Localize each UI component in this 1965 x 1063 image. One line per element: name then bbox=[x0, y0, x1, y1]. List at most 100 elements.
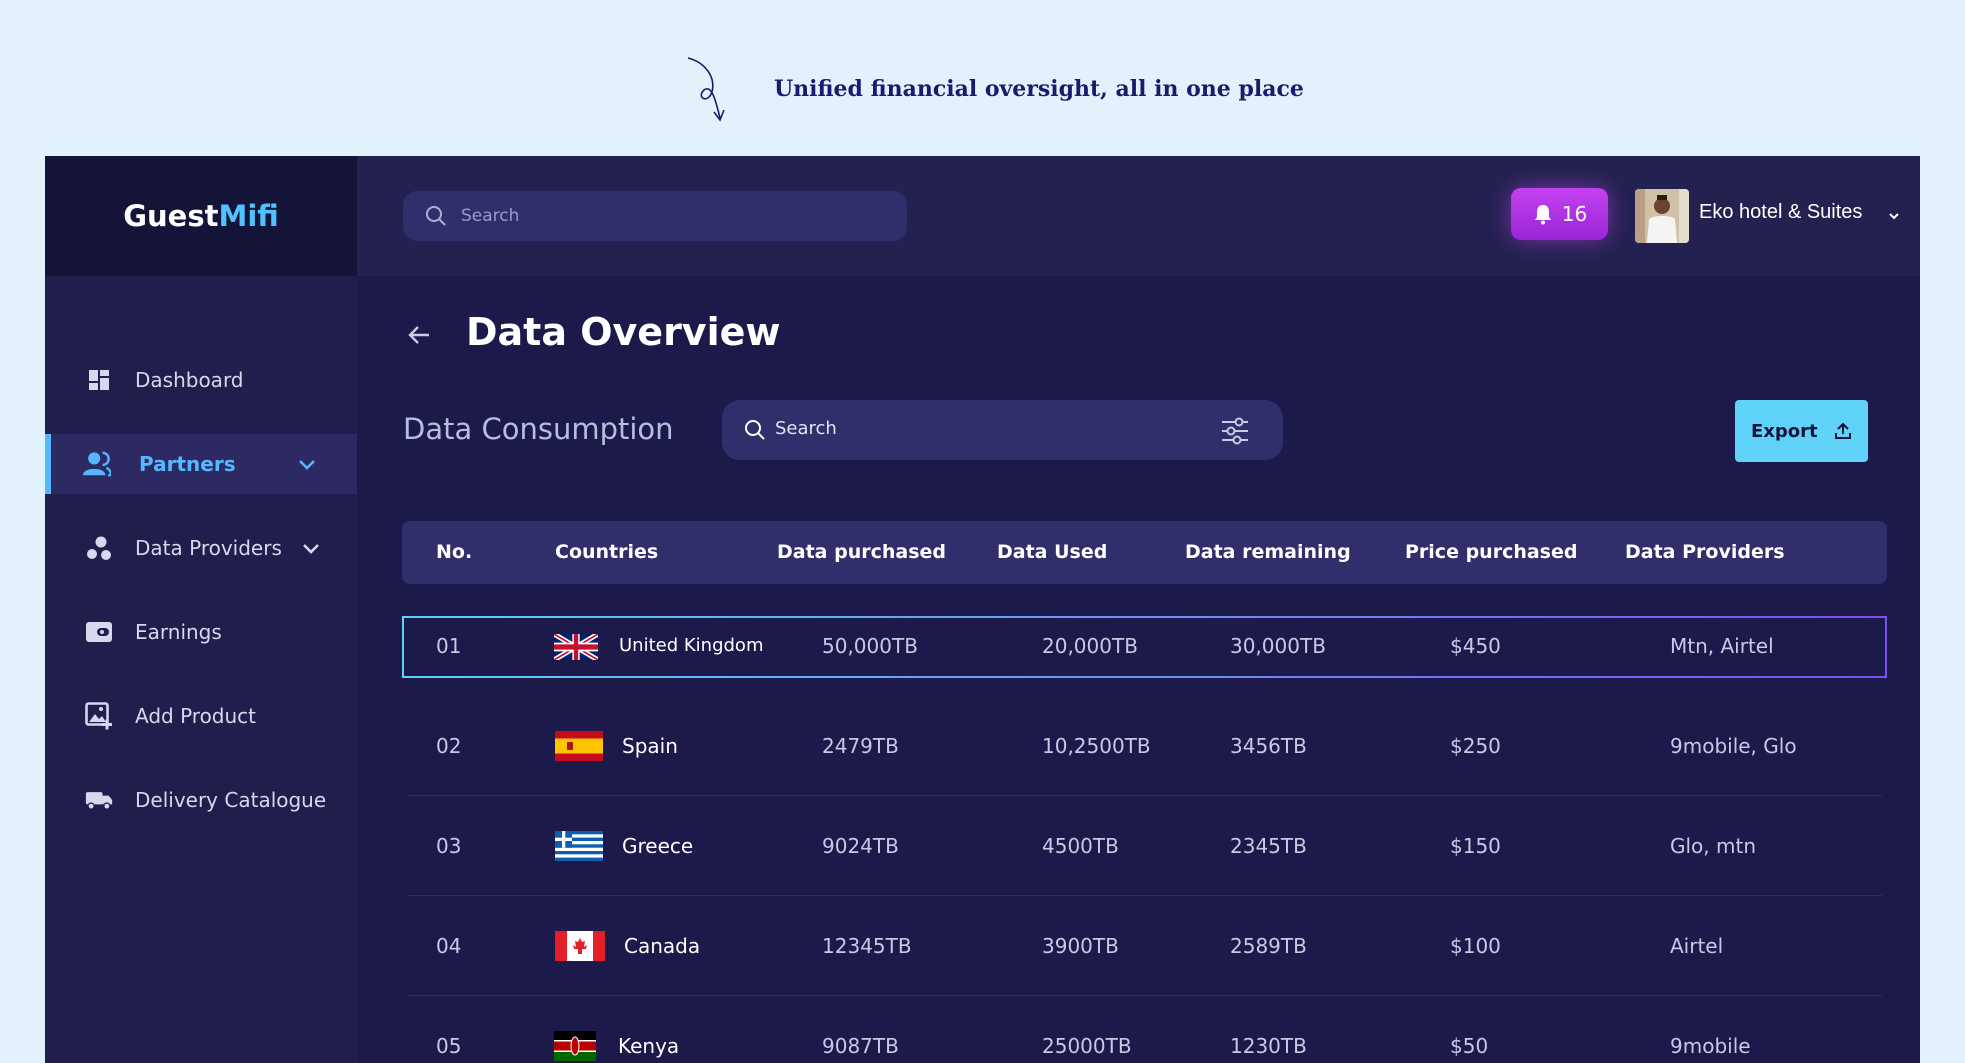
cell-price: $450 bbox=[1450, 634, 1501, 658]
cell-no: 03 bbox=[436, 834, 462, 858]
cell-data-purchased: 9087TB bbox=[822, 1034, 899, 1058]
wallet-icon bbox=[85, 618, 113, 646]
chevron-down-icon[interactable] bbox=[1887, 209, 1901, 223]
cell-country: Kenya bbox=[618, 1034, 680, 1058]
table-row[interactable]: 04 Canada 12345TB 3900TB 2589TB $100 Air… bbox=[402, 896, 1887, 996]
chevron-down-icon[interactable] bbox=[301, 538, 321, 558]
uk-flag-icon bbox=[554, 634, 598, 660]
search-icon bbox=[745, 420, 765, 440]
bell-icon bbox=[1534, 205, 1551, 225]
sidebar-item-add-product[interactable]: Add Product bbox=[45, 686, 357, 746]
cell-data-remaining: 2589TB bbox=[1230, 934, 1307, 958]
brand-part-1: Guest bbox=[123, 199, 219, 233]
table-row[interactable]: 03 Greece 9024TB 4500TB 2345TB $150 Glo,… bbox=[402, 796, 1887, 896]
chevron-down-icon[interactable] bbox=[297, 454, 317, 474]
sidebar: Guest Mifi Dashboard Partners Data Provid… bbox=[45, 156, 357, 1063]
sidebar-item-label: Earnings bbox=[135, 620, 222, 644]
sidebar-item-delivery-catalogue[interactable]: Delivery Catalogue bbox=[45, 770, 357, 830]
app-window: Guest Mifi Dashboard Partners Data Provid… bbox=[45, 156, 1920, 1063]
partners-icon bbox=[83, 450, 111, 478]
sidebar-item-label: Delivery Catalogue bbox=[135, 788, 327, 812]
sidebar-item-label: Partners bbox=[139, 452, 236, 476]
cell-no: 04 bbox=[436, 934, 462, 958]
cell-data-providers: 9mobile, Glo bbox=[1670, 734, 1797, 758]
sidebar-item-label: Dashboard bbox=[135, 368, 244, 392]
column-header-data-used[interactable]: Data Used bbox=[997, 541, 1107, 563]
table-search[interactable] bbox=[722, 400, 1283, 460]
cell-price: $100 bbox=[1450, 934, 1501, 958]
cell-data-remaining: 3456TB bbox=[1230, 734, 1307, 758]
cell-data-used: 4500TB bbox=[1042, 834, 1119, 858]
truck-icon bbox=[85, 786, 113, 814]
table-search-input[interactable] bbox=[775, 418, 1175, 439]
sidebar-item-label: Add Product bbox=[135, 704, 257, 728]
filter-sliders-icon[interactable] bbox=[1220, 417, 1250, 445]
greece-flag-icon bbox=[555, 831, 603, 861]
avatar[interactable] bbox=[1635, 189, 1689, 243]
export-button-label: Export bbox=[1751, 420, 1818, 442]
global-search[interactable] bbox=[403, 191, 907, 241]
cell-data-purchased: 12345TB bbox=[822, 934, 912, 958]
sidebar-item-dashboard[interactable]: Dashboard bbox=[45, 350, 357, 410]
dashboard-icon bbox=[85, 366, 113, 394]
column-header-countries[interactable]: Countries bbox=[555, 541, 658, 563]
cell-data-purchased: 2479TB bbox=[822, 734, 899, 758]
cell-no: 02 bbox=[436, 734, 462, 758]
global-search-input[interactable] bbox=[461, 206, 881, 226]
cell-price: $250 bbox=[1450, 734, 1501, 758]
cell-no: 05 bbox=[436, 1034, 462, 1058]
table-row[interactable]: 02 Spain 2479TB 10,2500TB 3456TB $250 9m… bbox=[402, 696, 1887, 796]
column-header-price-purchased[interactable]: Price purchased bbox=[1405, 541, 1577, 563]
canada-flag-icon bbox=[555, 931, 605, 961]
hotel-name[interactable]: Eko hotel & Suites bbox=[1699, 201, 1862, 224]
cell-data-remaining: 30,000TB bbox=[1230, 634, 1326, 658]
table-row[interactable]: 05 Kenya 9087TB 25000TB 1230TB $50 9mobi… bbox=[402, 996, 1887, 1063]
upload-icon bbox=[1835, 422, 1851, 439]
page-title: Data Overview bbox=[466, 310, 781, 354]
tagline-text: Unified financial oversight, all in one … bbox=[774, 76, 1304, 102]
data-providers-icon bbox=[85, 534, 113, 562]
spain-flag-icon bbox=[555, 731, 603, 761]
column-header-no[interactable]: No. bbox=[436, 541, 472, 563]
cell-data-used: 25000TB bbox=[1042, 1034, 1132, 1058]
brand-logo[interactable]: Guest Mifi bbox=[45, 156, 357, 276]
table-row[interactable]: 01 United Kingdom 50,000TB 20,000TB 30,0… bbox=[402, 616, 1887, 678]
sidebar-item-label: Data Providers bbox=[135, 536, 282, 560]
export-button[interactable]: Export bbox=[1735, 400, 1868, 462]
cell-data-remaining: 1230TB bbox=[1230, 1034, 1307, 1058]
table-header: No. Countries Data purchased Data Used D… bbox=[402, 521, 1887, 584]
column-header-data-purchased[interactable]: Data purchased bbox=[777, 541, 946, 563]
cell-data-used: 20,000TB bbox=[1042, 634, 1138, 658]
cell-country: United Kingdom bbox=[619, 635, 764, 656]
notifications-button[interactable]: 16 bbox=[1511, 188, 1608, 240]
cell-price: $50 bbox=[1450, 1034, 1489, 1058]
sidebar-item-earnings[interactable]: Earnings bbox=[45, 602, 357, 662]
add-image-icon bbox=[85, 702, 113, 730]
brand-part-2: Mifi bbox=[218, 199, 279, 233]
tagline: Unified financial oversight, all in one … bbox=[686, 54, 1304, 126]
cell-data-purchased: 9024TB bbox=[822, 834, 899, 858]
kenya-flag-icon bbox=[554, 1031, 596, 1061]
cell-data-used: 3900TB bbox=[1042, 934, 1119, 958]
cell-data-providers: Glo, mtn bbox=[1670, 834, 1757, 858]
cell-data-remaining: 2345TB bbox=[1230, 834, 1307, 858]
cell-data-purchased: 50,000TB bbox=[822, 634, 918, 658]
back-arrow-icon[interactable] bbox=[405, 321, 433, 349]
sidebar-item-partners[interactable]: Partners bbox=[45, 434, 357, 494]
column-header-data-providers[interactable]: Data Providers bbox=[1625, 541, 1785, 563]
cell-price: $150 bbox=[1450, 834, 1501, 858]
top-bar: 16 Eko hotel & Suites bbox=[357, 156, 1920, 276]
cell-data-providers: Airtel bbox=[1670, 934, 1724, 958]
cell-no: 01 bbox=[436, 634, 462, 658]
notification-count: 16 bbox=[1561, 202, 1588, 226]
cell-data-providers: 9mobile bbox=[1670, 1034, 1751, 1058]
cell-country: Canada bbox=[624, 934, 701, 958]
section-title: Data Consumption bbox=[403, 412, 674, 446]
curly-arrow-icon bbox=[687, 57, 725, 122]
cell-data-providers: Mtn, Airtel bbox=[1670, 634, 1774, 658]
cell-data-used: 10,2500TB bbox=[1042, 734, 1151, 758]
column-header-data-remaining[interactable]: Data remaining bbox=[1185, 541, 1351, 563]
cell-country: Greece bbox=[622, 834, 694, 858]
search-icon bbox=[426, 206, 446, 226]
sidebar-item-data-providers[interactable]: Data Providers bbox=[45, 518, 357, 578]
